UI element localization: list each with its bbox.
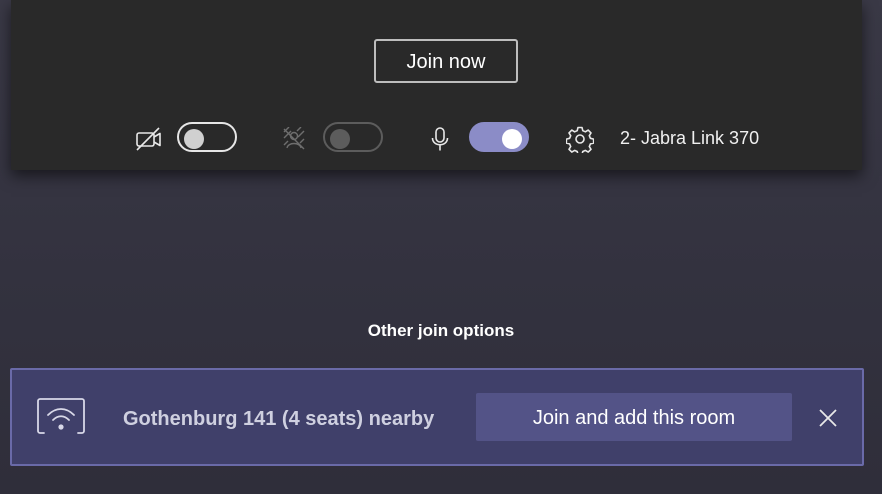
- audio-device-label[interactable]: 2- Jabra Link 370: [620, 128, 759, 149]
- microphone-icon[interactable]: [429, 126, 451, 152]
- background-blur-icon: [283, 127, 305, 150]
- join-and-add-room-button[interactable]: Join and add this room: [476, 393, 792, 441]
- background-effects-toggle[interactable]: [323, 122, 383, 152]
- nearby-room-text: Gothenburg 141 (4 seats) nearby: [123, 408, 435, 430]
- gear-icon[interactable]: [566, 125, 594, 153]
- camera-toggle-knob: [184, 129, 204, 149]
- cast-wifi-icon: [37, 398, 85, 434]
- camera-off-icon[interactable]: [135, 126, 163, 152]
- other-join-options-heading: Other join options: [367, 321, 515, 340]
- background-effects-toggle-knob: [330, 129, 350, 149]
- microphone-toggle[interactable]: [469, 122, 529, 152]
- microphone-toggle-knob: [502, 129, 522, 149]
- nearby-room-banner: Gothenburg 141 (4 seats) nearby Join and…: [10, 368, 864, 466]
- prejoin-panel: Join now 2- Jabra Link 370: [11, 0, 862, 170]
- camera-toggle[interactable]: [177, 122, 237, 152]
- close-icon[interactable]: [817, 407, 839, 429]
- join-now-button[interactable]: Join now: [374, 39, 518, 83]
